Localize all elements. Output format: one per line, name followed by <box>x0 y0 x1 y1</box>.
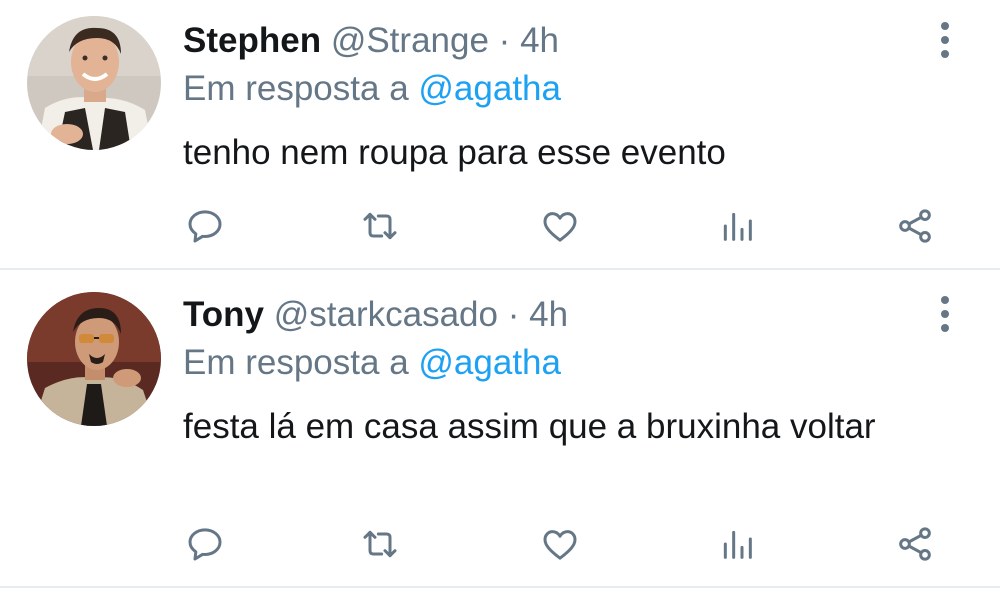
reply-context: Em resposta a @agatha <box>183 68 561 110</box>
retweet-icon <box>363 530 397 558</box>
separator-dot: · <box>498 21 511 60</box>
like-icon <box>543 212 577 242</box>
avatar-photo <box>27 292 161 426</box>
author-name[interactable]: Stephen <box>183 21 321 60</box>
separator-dot: · <box>507 295 520 334</box>
tweet-text: festa lá em casa assim que a bruxinha vo… <box>183 407 876 446</box>
tweet-header: Tony @starkcasado · 4h <box>183 294 568 336</box>
reply-button[interactable] <box>181 520 229 568</box>
tweet-header: Stephen @Strange · 4h <box>183 20 559 62</box>
like-icon <box>543 530 577 560</box>
reply-prefix: Em resposta a <box>183 69 409 108</box>
timestamp[interactable]: 4h <box>529 295 568 334</box>
author-handle[interactable]: @starkcasado <box>274 295 498 334</box>
more-options-icon[interactable] <box>932 294 960 334</box>
retweet-icon <box>363 212 397 240</box>
tweet-actions <box>0 520 1000 568</box>
more-options-icon[interactable] <box>932 20 960 60</box>
author-handle[interactable]: @Strange <box>331 21 489 60</box>
avatar[interactable] <box>27 16 161 150</box>
avatar-photo <box>27 16 161 150</box>
avatar[interactable] <box>27 292 161 426</box>
share-icon <box>899 209 931 243</box>
reply-button[interactable] <box>181 202 229 250</box>
analytics-button[interactable] <box>713 520 761 568</box>
share-button[interactable] <box>891 202 939 250</box>
tweet-actions <box>0 202 1000 250</box>
divider <box>0 586 1000 588</box>
analytics-button[interactable] <box>713 202 761 250</box>
reply-mention-link[interactable]: @agatha <box>418 69 561 108</box>
share-icon <box>899 527 931 561</box>
like-button[interactable] <box>536 202 584 250</box>
divider <box>0 268 1000 270</box>
tweet-text: tenho nem roupa para esse evento <box>183 133 726 172</box>
reply-prefix: Em resposta a <box>183 343 409 382</box>
reply-mention-link[interactable]: @agatha <box>418 343 561 382</box>
tweet[interactable]: Tony @starkcasado · 4h Em resposta a @ag… <box>0 272 1000 586</box>
analytics-icon <box>723 530 752 559</box>
share-button[interactable] <box>891 520 939 568</box>
retweet-button[interactable] <box>356 202 404 250</box>
author-name[interactable]: Tony <box>183 295 264 334</box>
reply-icon <box>188 210 222 243</box>
analytics-icon <box>723 212 752 241</box>
tweet[interactable]: Stephen @Strange · 4h Em resposta a @aga… <box>0 0 1000 270</box>
reply-icon <box>188 528 222 561</box>
like-button[interactable] <box>536 520 584 568</box>
retweet-button[interactable] <box>356 520 404 568</box>
timestamp[interactable]: 4h <box>520 21 559 60</box>
reply-context: Em resposta a @agatha <box>183 342 561 384</box>
